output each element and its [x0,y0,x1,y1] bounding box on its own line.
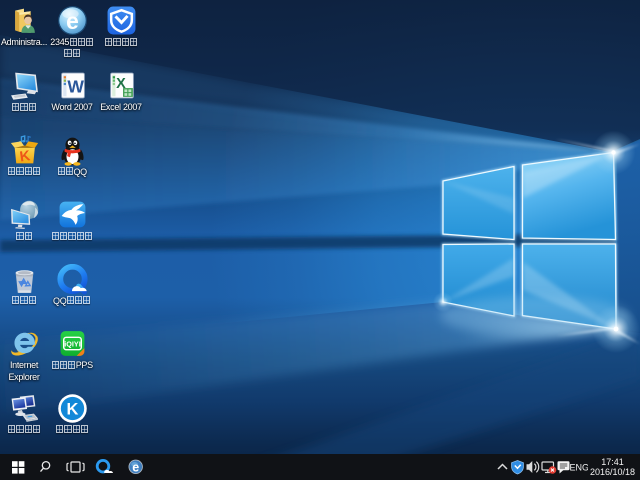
svg-text:X: X [116,76,126,92]
svg-text:iQIYI: iQIYI [64,339,80,348]
svg-text:W: W [67,77,84,97]
svg-text:ENG: ENG [569,462,588,472]
svg-text:K: K [66,399,78,418]
svg-text:e: e [66,8,79,34]
svg-text:e: e [132,461,139,475]
